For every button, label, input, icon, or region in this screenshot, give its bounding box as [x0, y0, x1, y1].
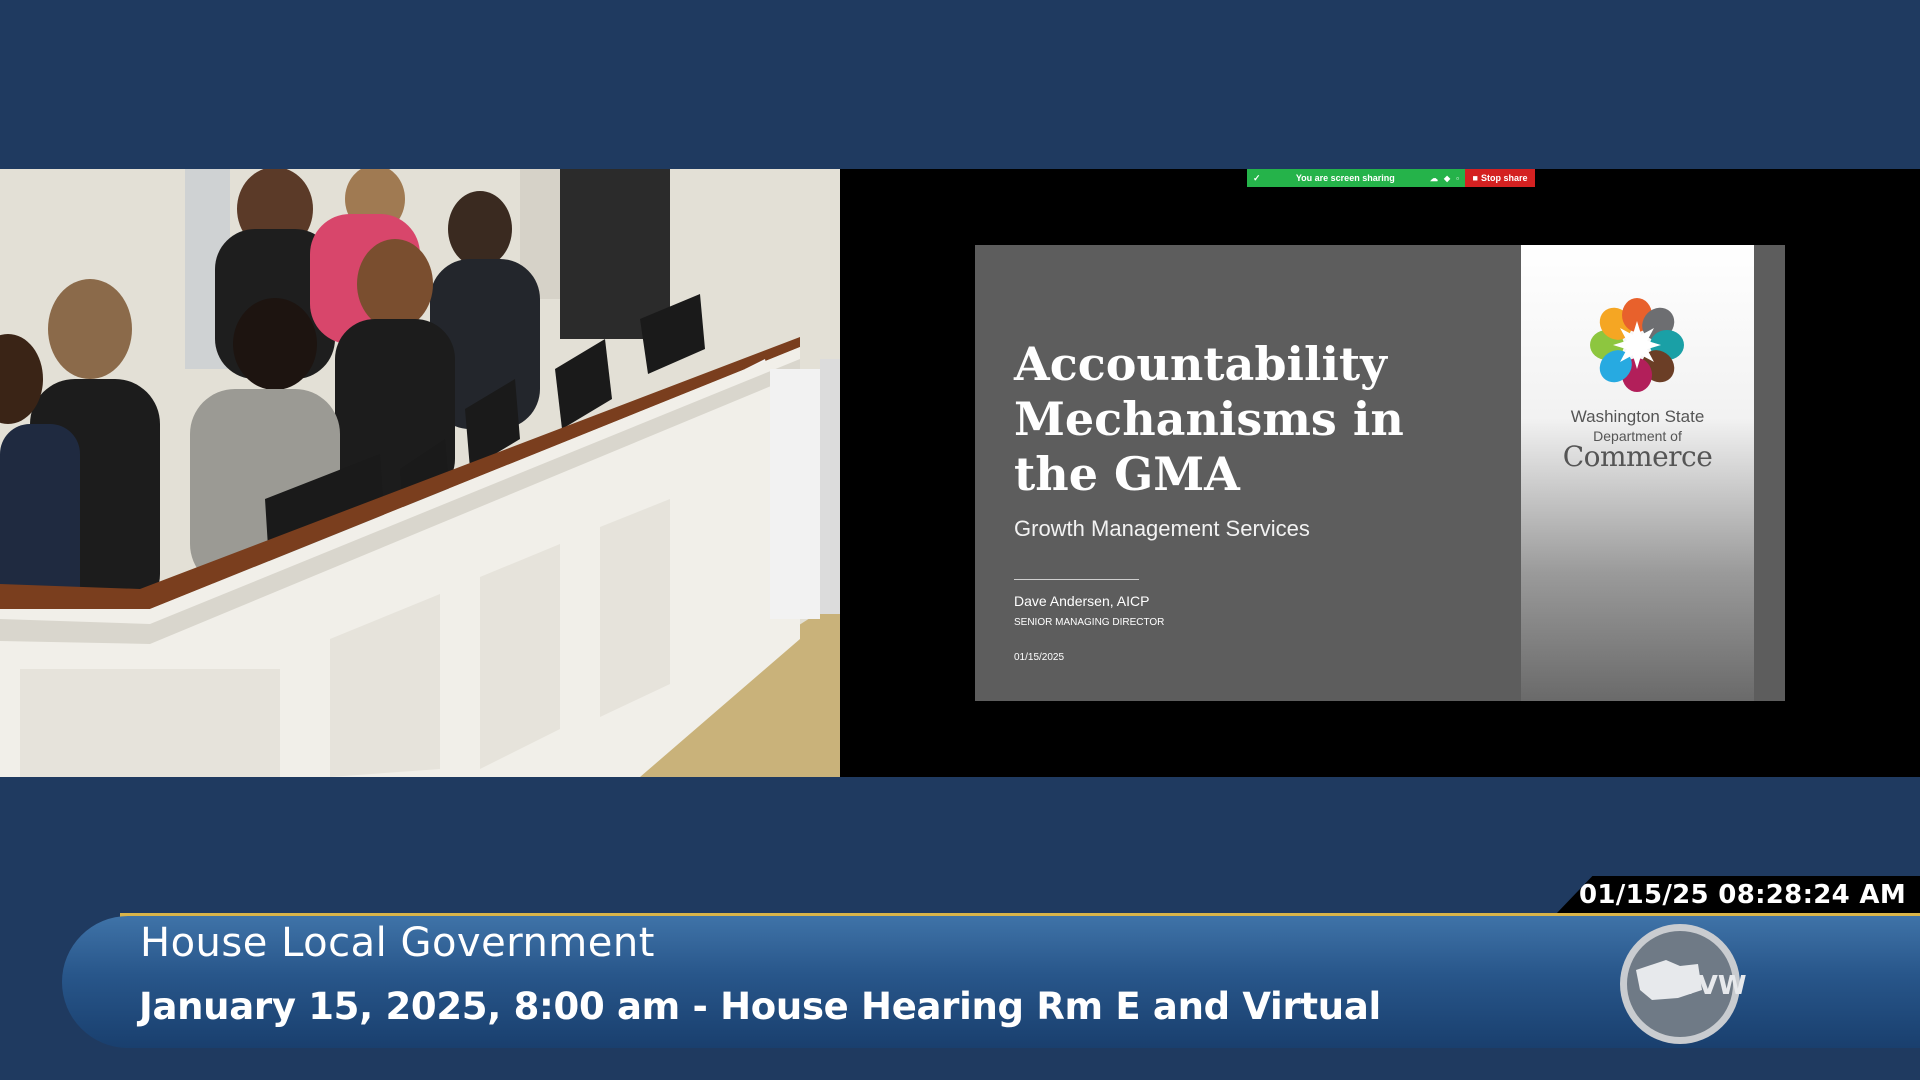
shield-icon[interactable]: ◆: [1444, 174, 1450, 183]
stop-share-label: Stop share: [1480, 173, 1528, 183]
slide-date: 01/15/2025: [1014, 652, 1065, 663]
share-menu-icon[interactable]: ▫: [1456, 174, 1459, 183]
committee-room-scene: [0, 169, 840, 777]
share-pin-icon[interactable]: ✓: [1253, 173, 1261, 184]
logo-text-line3: Commerce: [1562, 440, 1713, 473]
presentation-slide: Accountability Mechanisms in the GMA Gro…: [975, 245, 1785, 701]
presenter-name: Dave Andersen, AICP: [1014, 593, 1150, 609]
tvw-logo-icon: TVW: [1620, 924, 1747, 1044]
shared-screen: ✓ You are screen sharing ☁ ◆ ▫ ■ Stop sh…: [840, 169, 1920, 777]
committee-name: House Local Government: [140, 920, 655, 966]
slide-subtitle: Growth Management Services: [1014, 516, 1310, 541]
logo-star-center: [1613, 321, 1661, 369]
slide-divider: [1014, 579, 1139, 580]
slide-title: Accountability Mechanisms in the GMA: [1014, 337, 1404, 501]
tvw-logo-text: TVW: [1680, 971, 1747, 1001]
stop-share-button[interactable]: ■ Stop share: [1465, 169, 1535, 187]
screen-sharing-message: You are screen sharing: [1295, 173, 1395, 183]
cloud-icon[interactable]: ☁: [1430, 174, 1438, 183]
session-info: January 15, 2025, 8:00 am - House Hearin…: [139, 985, 1381, 1028]
committee-room-video: [0, 169, 840, 777]
screen-share-toolbar: ✓ You are screen sharing ☁ ◆ ▫ ■ Stop sh…: [1247, 169, 1535, 187]
commerce-logo-panel: Washington State Department of Commerce: [1521, 245, 1754, 701]
slide-content: Accountability Mechanisms in the GMA Gro…: [975, 245, 1521, 701]
screen-sharing-indicator: ✓ You are screen sharing ☁ ◆ ▫: [1247, 169, 1465, 187]
presenter-role: SENIOR MANAGING DIRECTOR: [1014, 617, 1165, 628]
broadcast-timestamp: 01/15/25 08:28:24 AM: [1556, 876, 1920, 914]
logo-text-line1: Washington State: [1570, 407, 1705, 426]
commerce-star-logo-icon: [1590, 298, 1684, 392]
stop-icon: ■: [1472, 173, 1478, 183]
